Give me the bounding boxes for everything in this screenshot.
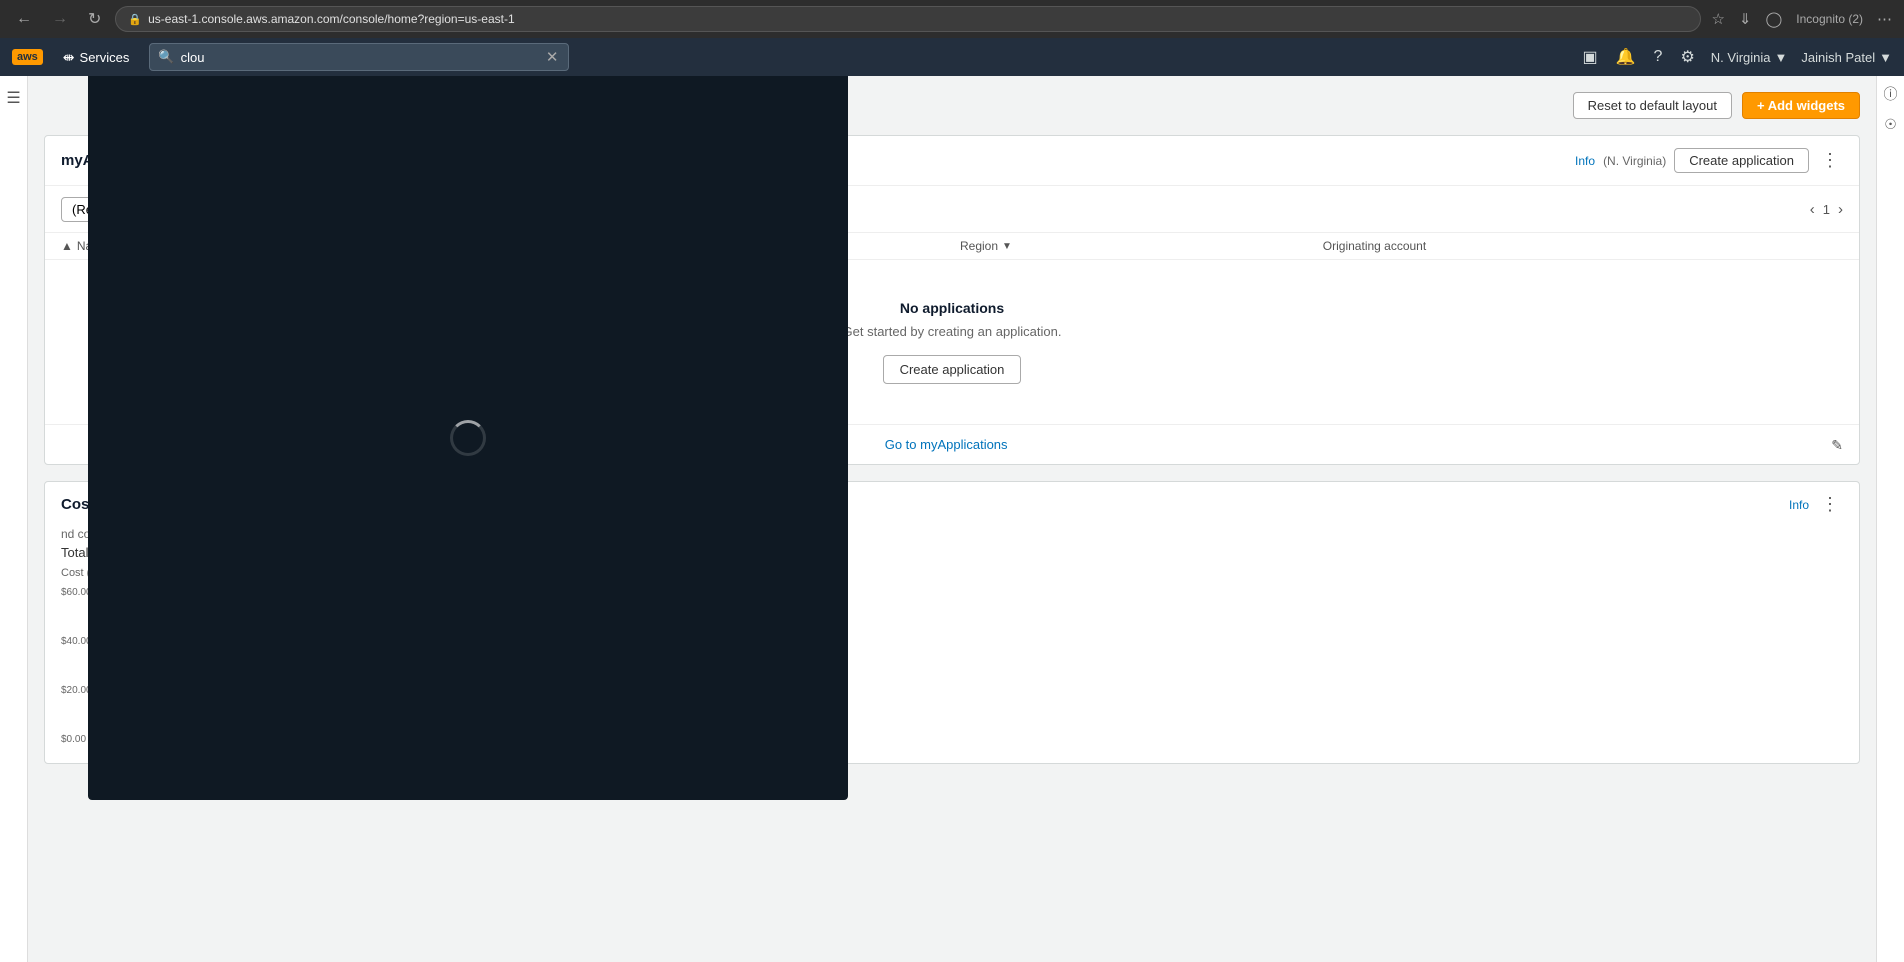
search-input[interactable] [181,50,538,65]
browser-chrome: ← → ↻ 🔒 us-east-1.console.aws.amazon.com… [0,0,1904,38]
cost-info-link[interactable]: Info [1789,498,1809,512]
next-page-button[interactable]: › [1838,201,1843,218]
user-label: Jainish Patel [1801,50,1875,65]
col-account-header: Originating account [1323,239,1843,253]
prev-page-button[interactable]: ‹ [1810,201,1815,218]
bell-icon-button[interactable]: 🔔 [1614,45,1638,69]
browser-actions: ☆ ⇓ ◯ Incognito (2) ⋯ [1709,8,1894,30]
settings-icon-button[interactable]: ⚙ [1678,45,1696,69]
reset-layout-button[interactable]: Reset to default layout [1573,92,1732,119]
aws-logo-text: aws [12,49,43,65]
region-sort-icon: ▼ [1002,241,1012,252]
y-axis-labels: $0.00 $20.00 $40.00 $60.00 [61,587,92,747]
search-icon: 🔍 [158,49,174,65]
url-text: us-east-1.console.aws.amazon.com/console… [148,12,515,26]
profile-button[interactable]: ◯ [1764,8,1785,30]
user-chevron: ▼ [1879,50,1892,65]
reload-button[interactable]: ↻ [82,7,107,31]
help-icon-button[interactable]: ? [1652,46,1665,68]
region-label: N. Virginia [1711,50,1771,65]
address-bar[interactable]: 🔒 us-east-1.console.aws.amazon.com/conso… [115,6,1701,32]
go-to-myapplications-link[interactable]: Go to myApplications [885,437,1008,452]
bookmark-button[interactable]: ☆ [1709,8,1726,30]
lock-icon: 🔒 [128,13,142,26]
search-dropdown [88,76,848,800]
search-clear-button[interactable]: ✕ [544,48,561,66]
create-application-outline-button[interactable]: Create application [883,355,1022,384]
col-region-header: Region ▼ [960,239,1307,253]
right-location-button[interactable]: ☉ [1884,116,1897,133]
download-button[interactable]: ⇓ [1737,8,1754,30]
sidebar-toggle-button[interactable]: ☰ [2,84,24,112]
region-chevron: ▼ [1775,50,1788,65]
user-menu[interactable]: Jainish Patel ▼ [1801,50,1892,65]
services-button[interactable]: ⇼ Services [55,45,138,70]
incognito-button[interactable]: Incognito (2) [1794,10,1865,28]
widget-subtitle: (N. Virginia) [1603,154,1666,168]
sort-up-icon: ▲ [61,239,73,253]
forward-button[interactable]: → [46,8,74,30]
left-sidebar: ☰ [0,76,28,962]
create-application-button[interactable]: Create application [1674,148,1809,173]
cloud9-icon-button[interactable]: ▣ [1581,45,1600,69]
page-number: 1 [1823,202,1830,217]
back-button[interactable]: ← [10,8,38,30]
add-widgets-button[interactable]: + Add widgets [1742,92,1860,119]
grid-icon: ⇼ [63,49,75,66]
info-link[interactable]: Info [1575,154,1595,168]
right-info-button[interactable]: ⓘ [1884,84,1898,104]
right-sidebar: ⓘ ☉ [1876,76,1904,962]
cost-widget-menu-button[interactable]: ⋮ [1817,494,1843,515]
aws-topnav: aws ⇼ Services 🔍 ✕ ▣ 🔔 ? ⚙ N. Virginia ▼… [0,38,1904,76]
loading-spinner [450,420,486,456]
edit-footer-button[interactable]: ✎ [1831,437,1843,454]
services-label: Services [80,50,130,65]
widget-menu-button[interactable]: ⋮ [1817,150,1843,171]
extensions-button[interactable]: ⋯ [1875,8,1894,30]
region-selector[interactable]: N. Virginia ▼ [1711,50,1788,65]
hamburger-icon: ☰ [6,90,20,107]
aws-logo: aws [12,49,43,65]
pagination: ‹ 1 › [1810,201,1843,218]
search-bar[interactable]: 🔍 ✕ [149,43,569,71]
nav-right: ▣ 🔔 ? ⚙ N. Virginia ▼ Jainish Patel ▼ [1581,45,1893,69]
